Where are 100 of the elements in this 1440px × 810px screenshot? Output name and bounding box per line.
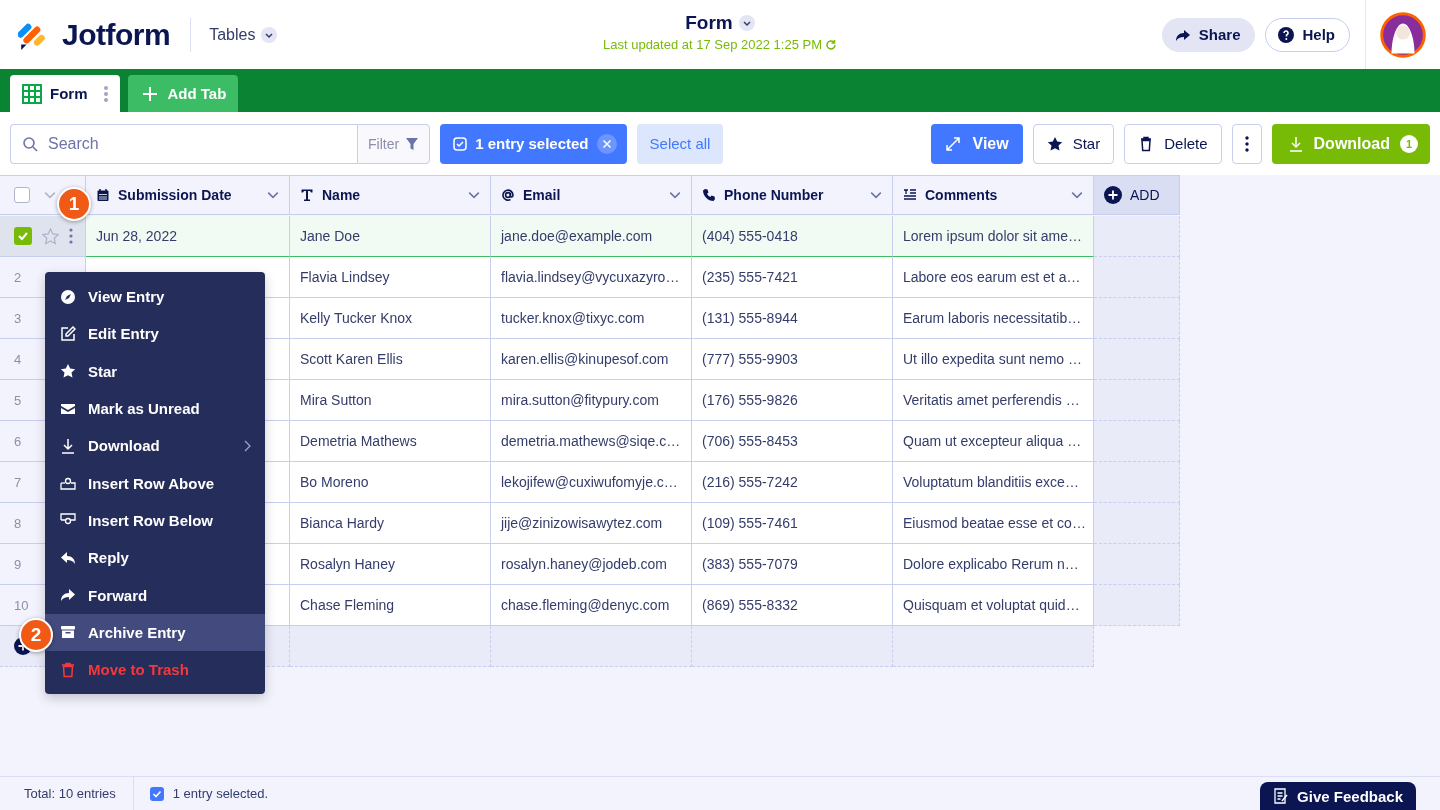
- more-icon[interactable]: [69, 228, 73, 244]
- table-cell: Scott Karen Ellis: [290, 339, 491, 380]
- count-badge: 1: [1400, 134, 1418, 153]
- calendar-icon: [96, 188, 110, 202]
- search-field[interactable]: Search: [10, 123, 357, 164]
- menu-item[interactable]: Download: [45, 427, 265, 465]
- total-entries-text: Total: 10 entries: [23, 786, 116, 801]
- menu-item[interactable]: Star: [45, 352, 265, 390]
- more-icon[interactable]: [103, 84, 108, 103]
- chevron-down-icon[interactable]: [669, 189, 681, 201]
- menu-item[interactable]: Insert Row Below: [45, 501, 265, 540]
- row-number: 4: [14, 351, 22, 367]
- table-cell: (216) 555-7242: [692, 462, 893, 503]
- form-tab[interactable]: Form: [10, 75, 120, 112]
- selected-entries-text: 1 entry selected.: [172, 786, 269, 801]
- table-cell: (109) 555-7461: [692, 503, 893, 544]
- table-cell: Ut illo expedita sunt nemo …: [893, 339, 1094, 380]
- avatar[interactable]: [1380, 11, 1426, 58]
- add-row-cell[interactable]: [692, 626, 893, 667]
- table-cell: Chase Fleming: [290, 585, 491, 626]
- table-cell: (235) 555-7421: [692, 257, 893, 298]
- filter-icon: [405, 136, 420, 151]
- star-icon[interactable]: [42, 227, 59, 245]
- text-icon: [300, 188, 314, 202]
- table-cell: Dolore explicabo Rerum n…: [893, 544, 1094, 585]
- column-header[interactable]: Name: [290, 175, 491, 215]
- add-row-cell[interactable]: [290, 626, 491, 667]
- menu-item[interactable]: Insert Row Above: [45, 464, 265, 502]
- add-row-cell[interactable]: [491, 626, 692, 667]
- table-cell: Bo Moreno: [290, 462, 491, 503]
- row-checkbox[interactable]: [14, 227, 32, 245]
- table-cell: demetria.mathews@siqe.c…: [491, 421, 692, 462]
- form-title-dropdown[interactable]: Form: [685, 12, 755, 34]
- table-cell: Quam ut excepteur aliqua …: [893, 421, 1094, 462]
- paragraph-icon: [903, 188, 917, 202]
- add-row-cell[interactable]: [893, 626, 1094, 667]
- help-button[interactable]: Help: [1265, 17, 1350, 52]
- row-number: 9: [14, 556, 22, 572]
- column-header[interactable]: Phone Number: [692, 175, 893, 215]
- table-cell: Jun 28, 2022: [86, 216, 290, 257]
- chevron-down-icon: [261, 26, 278, 43]
- column-header[interactable]: Email: [491, 175, 692, 215]
- chevron-down-icon[interactable]: [1071, 189, 1083, 201]
- table-cell: jije@zinizowisawytez.com: [491, 503, 692, 544]
- table-cell: Flavia Lindsey: [290, 257, 491, 298]
- help-icon: [1278, 26, 1295, 43]
- star-button[interactable]: Star: [1032, 123, 1115, 164]
- checkbox-icon: [453, 136, 468, 151]
- menu-item[interactable]: Reply: [45, 539, 265, 577]
- table-cell: rosalyn.haney@jodeb.com: [491, 544, 692, 585]
- table-cell: chase.fleming@denyc.com: [491, 585, 692, 626]
- selection-text: 1 entry selected: [475, 135, 589, 152]
- trash-icon: [60, 661, 76, 678]
- chevron-down-icon[interactable]: [468, 189, 480, 201]
- row-number: 8: [14, 515, 22, 531]
- table-cell: Jane Doe: [290, 216, 491, 257]
- menu-item[interactable]: Archive Entry: [45, 613, 265, 651]
- grid-icon: [22, 83, 42, 104]
- compass-icon: [60, 288, 76, 305]
- star-icon: [1046, 135, 1063, 152]
- table-cell: Labore eos earum est et a…: [893, 257, 1094, 298]
- table-cell: Lorem ipsum dolor sit ame…: [893, 216, 1094, 257]
- close-icon[interactable]: [596, 133, 617, 154]
- column-header[interactable]: Comments: [893, 175, 1094, 215]
- menu-item[interactable]: Mark as Unread: [45, 389, 265, 428]
- table-cell: lekojifew@cuxiwufomyje.c…: [491, 462, 692, 503]
- select-all-checkbox[interactable]: [14, 187, 30, 203]
- brand-name: Jotform: [62, 17, 171, 52]
- column-header[interactable]: Submission Date: [86, 175, 290, 215]
- chevron-down-icon[interactable]: [870, 189, 882, 201]
- give-feedback-button[interactable]: Give Feedback: [1260, 782, 1416, 810]
- download-icon: [60, 437, 76, 454]
- more-options-button[interactable]: [1231, 123, 1262, 164]
- chevron-down-icon: [738, 15, 755, 31]
- menu-item[interactable]: Edit Entry: [45, 315, 265, 353]
- table-cell: Voluptatum blanditiis exce…: [893, 462, 1094, 503]
- row-number: 3: [14, 310, 22, 326]
- more-icon: [1244, 135, 1249, 152]
- menu-item[interactable]: Forward: [45, 576, 265, 614]
- row-number: 2: [14, 269, 22, 285]
- view-button[interactable]: View: [930, 123, 1023, 164]
- search-icon: [22, 135, 38, 152]
- table-cell: Rosalyn Haney: [290, 544, 491, 585]
- table-cell: Quisquam et voluptat quid…: [893, 585, 1094, 626]
- chevron-down-icon[interactable]: [44, 189, 56, 201]
- tables-dropdown[interactable]: Tables: [209, 25, 278, 44]
- download-icon: [1287, 135, 1304, 152]
- table-cell: karen.ellis@kinupesof.com: [491, 339, 692, 380]
- phone-icon: [702, 188, 716, 202]
- menu-item[interactable]: View Entry: [45, 278, 265, 316]
- last-updated-text: Last updated at 17 Sep 2022 1:25 PM: [603, 37, 822, 52]
- add-column-button[interactable]: ADD: [1094, 175, 1180, 215]
- table-cell: jane.doe@example.com: [491, 216, 692, 257]
- chevron-down-icon[interactable]: [267, 189, 279, 201]
- table-cell: (383) 555-7079: [692, 544, 893, 585]
- refresh-icon[interactable]: [825, 38, 837, 51]
- table-cell: Eiusmod beatae esse et co…: [893, 503, 1094, 544]
- table-cell: (176) 555-9826: [692, 380, 893, 421]
- delete-button[interactable]: Delete: [1124, 123, 1222, 164]
- share-button[interactable]: Share: [1161, 17, 1256, 52]
